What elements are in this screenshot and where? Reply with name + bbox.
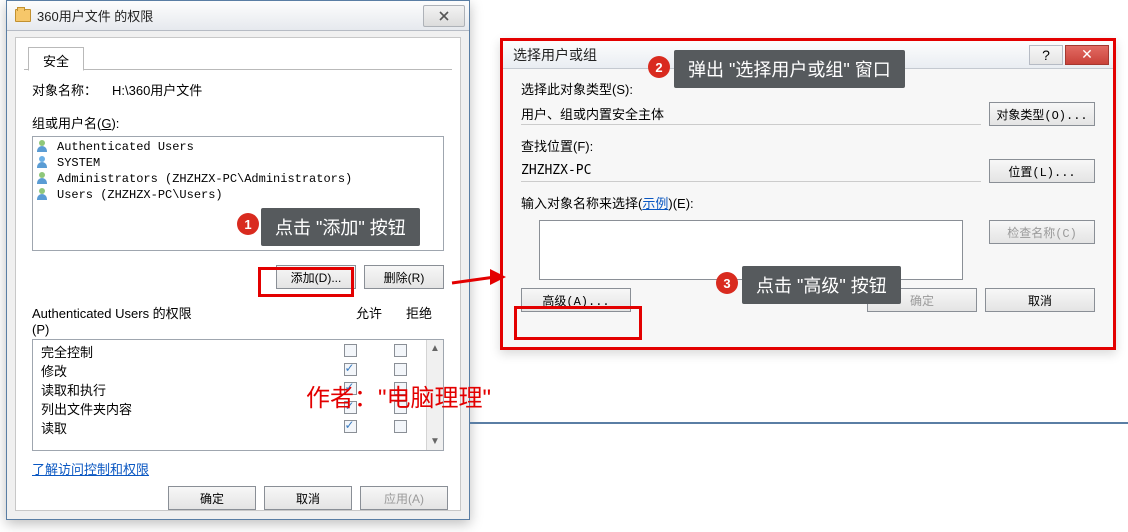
tab-row: 安全: [24, 44, 452, 70]
close-icon: [439, 11, 449, 21]
list-item[interactable]: Users (ZHZHZX-PC\Users): [37, 187, 439, 203]
users-icon: [37, 188, 51, 202]
window-title-right: 选择用户或组: [513, 45, 597, 65]
user-icon: [37, 156, 51, 170]
enter-names-label: 输入对象名称来选择(示例)(E):: [521, 193, 1095, 212]
object-name-row: 对象名称： H:\360用户文件: [32, 80, 444, 99]
help-button[interactable]: ?: [1029, 45, 1063, 65]
location-label: 查找位置(F):: [521, 136, 1095, 155]
allow-header: 允许: [344, 303, 394, 337]
check-names-button[interactable]: 检查名称(C): [989, 220, 1095, 244]
step-badge-1: 1: [237, 213, 259, 235]
locations-button[interactable]: 位置(L)...: [989, 159, 1095, 183]
permission-row: 完全控制: [41, 342, 425, 361]
add-remove-row: 添加(D)... 删除(R): [32, 265, 444, 289]
deny-checkbox[interactable]: [394, 344, 407, 357]
learn-more-row: 了解访问控制和权限: [32, 459, 444, 478]
scroll-down-icon[interactable]: ▼: [427, 433, 443, 450]
example-link[interactable]: 示例: [642, 196, 668, 211]
permissions-for-label: Authenticated Users 的权限(P): [32, 303, 192, 337]
close-button-right[interactable]: ✕: [1065, 45, 1109, 65]
users-icon: [37, 140, 51, 154]
step-badge-3: 3: [716, 272, 738, 294]
list-item[interactable]: SYSTEM: [37, 155, 439, 171]
deny-checkbox[interactable]: [394, 363, 407, 376]
window-title: 360用户文件 的权限: [37, 6, 417, 25]
object-name-value: H:\360用户文件: [112, 80, 202, 99]
object-name-label: 对象名称：: [32, 80, 112, 99]
allow-checkbox[interactable]: [344, 344, 357, 357]
group-users-label: 组或用户名(G):: [32, 113, 444, 132]
step-callout-3: 点击 "高级" 按钮: [742, 266, 901, 304]
deny-header: 拒绝: [394, 303, 444, 337]
permissions-dialog: 360用户文件 的权限 安全 对象名称： H:\360用户文件 组或用户名(G)…: [6, 0, 470, 520]
step-badge-2: 2: [648, 56, 670, 78]
apply-button[interactable]: 应用(A): [360, 486, 448, 510]
list-item[interactable]: Authenticated Users: [37, 139, 439, 155]
permission-row: 读取: [41, 418, 425, 437]
object-types-button[interactable]: 对象类型(O)...: [989, 102, 1095, 126]
dialog-body-left: 安全 对象名称： H:\360用户文件 组或用户名(G): Authentica…: [15, 37, 461, 511]
author-watermark: 作者："电脑理理": [306, 378, 491, 413]
decorative-line: [470, 422, 1128, 424]
step-callout-2: 弹出 "选择用户或组" 窗口: [674, 50, 905, 88]
allow-checkbox[interactable]: [344, 363, 357, 376]
folder-icon: [15, 9, 31, 22]
object-type-value: 用户、组或内置安全主体: [521, 103, 981, 125]
learn-more-link[interactable]: 了解访问控制和权限: [32, 462, 149, 477]
help-icon: ?: [1042, 47, 1050, 63]
users-icon: [37, 172, 51, 186]
list-item[interactable]: Administrators (ZHZHZX-PC\Administrators…: [37, 171, 439, 187]
dialog-buttons-left: 确定 取消 应用(A): [28, 486, 448, 510]
allow-checkbox[interactable]: [344, 420, 357, 433]
object-type-row: 用户、组或内置安全主体 对象类型(O)...: [521, 102, 1095, 126]
location-value: ZHZHZX-PC: [521, 160, 981, 182]
advanced-button[interactable]: 高级(A)...: [521, 288, 631, 312]
ok-button[interactable]: 确定: [168, 486, 256, 510]
tab-security[interactable]: 安全: [28, 47, 84, 71]
close-icon: ✕: [1081, 46, 1093, 63]
add-button[interactable]: 添加(D)...: [276, 265, 356, 289]
close-button-left[interactable]: [423, 5, 465, 27]
remove-button[interactable]: 删除(R): [364, 265, 444, 289]
scroll-up-icon[interactable]: ▲: [427, 340, 443, 357]
titlebar-left: 360用户文件 的权限: [7, 1, 469, 31]
cancel-button[interactable]: 取消: [264, 486, 352, 510]
location-row: ZHZHZX-PC 位置(L)...: [521, 159, 1095, 183]
deny-checkbox[interactable]: [394, 420, 407, 433]
step-callout-1: 点击 "添加" 按钮: [261, 208, 420, 246]
permissions-header-row: Authenticated Users 的权限(P) 允许 拒绝: [32, 303, 444, 337]
cancel-button-right[interactable]: 取消: [985, 288, 1095, 312]
